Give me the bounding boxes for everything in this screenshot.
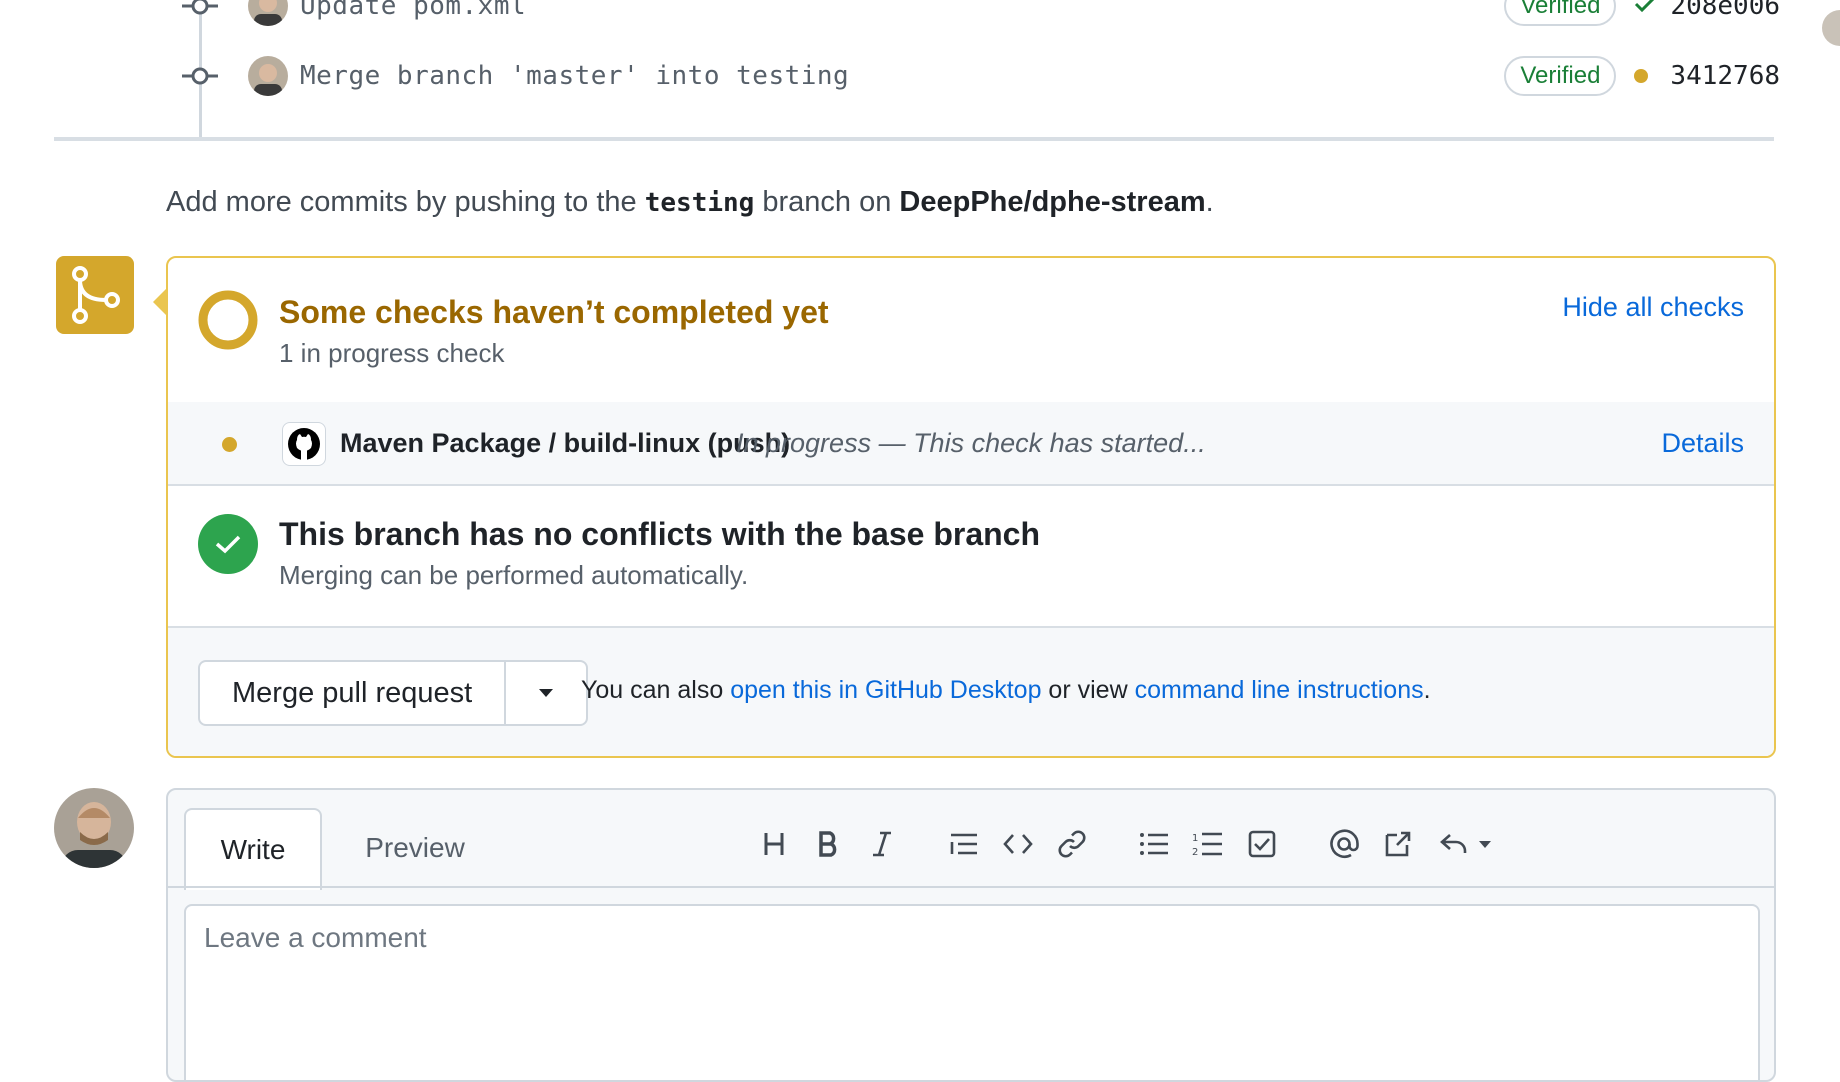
avatar [1822,10,1840,46]
author-avatar[interactable] [248,56,288,96]
merge-button-group: Merge pull request [198,660,589,726]
commit-sha[interactable]: 3412768 [1670,61,1780,91]
commit-message[interactable]: Update pom.xml [300,0,526,21]
conflicts-section: This branch has no conflicts with the ba… [168,486,1774,628]
merge-method-dropdown[interactable] [506,662,586,724]
bold-icon[interactable] [808,824,848,864]
comment-box: Write Preview 12 [166,788,1776,1082]
commit-icon [180,56,220,96]
github-desktop-link[interactable]: open this in GitHub Desktop [730,676,1041,704]
reference-icon[interactable] [1378,824,1418,864]
author-avatar[interactable] [248,0,288,26]
check-name: Maven Package / build-linux (push) [340,428,791,458]
repo-name: DeepPhe/dphe-stream [899,186,1206,218]
check-icon[interactable] [1634,0,1656,18]
commit-row: Update pom.xml Verified 208e006 [180,0,1780,36]
heading-icon[interactable] [754,824,794,864]
push-hint: Add more commits by pushing to the testi… [166,186,1214,219]
reply-icon[interactable] [1438,824,1496,864]
checks-title: Some checks haven’t completed yet [279,294,829,330]
checks-subtitle: 1 in progress check [279,338,505,368]
comment-input[interactable] [202,920,1736,1074]
hint-text: . [1205,186,1214,218]
timeline-divider [54,137,1774,141]
merge-box: Some checks haven’t completed yet 1 in p… [166,256,1776,758]
hint-text: branch on [754,186,900,218]
mention-icon[interactable] [1324,824,1364,864]
pending-ring-icon [198,290,258,350]
italic-icon[interactable] [862,824,902,864]
link-icon[interactable] [1052,824,1092,864]
alternatives-text: or view [1041,676,1135,704]
commit-message[interactable]: Merge branch 'master' into testing [300,61,849,91]
alternatives-text: . [1423,676,1431,704]
commit-sha[interactable]: 208e006 [1670,0,1780,21]
hint-text: Add more commits by pushing to the [166,186,645,218]
pending-status-icon[interactable] [1634,69,1649,83]
comment-tabs: Write Preview [184,808,508,890]
merge-actions: Merge pull request You can also open thi… [168,628,1774,756]
checks-summary: Some checks haven’t completed yet 1 in p… [168,258,1774,404]
merge-alternatives: You can also open this in GitHub Desktop… [581,676,1431,705]
tab-preview[interactable]: Preview [322,808,508,888]
code-icon[interactable] [998,824,1038,864]
check-circle-icon [198,514,258,574]
branch-name: testing [644,188,755,218]
pending-status-icon [222,437,237,452]
quote-icon[interactable] [944,824,984,864]
svg-text:1: 1 [1192,833,1198,844]
svg-text:2: 2 [1192,847,1198,858]
alternatives-text: You can also [581,676,731,704]
commit-icon [180,0,220,26]
check-details-link[interactable]: Details [1661,428,1744,459]
check-status: In progress — This check has started... [736,428,1206,458]
unordered-list-icon[interactable] [1134,824,1174,864]
check-row: Maven Package / build-linux (push) In pr… [168,402,1774,486]
hide-all-checks-link[interactable]: Hide all checks [1562,292,1744,323]
verified-badge[interactable]: Verified [1504,56,1617,96]
comment-field[interactable] [184,904,1760,1080]
git-merge-icon [56,256,134,334]
verified-badge[interactable]: Verified [1504,0,1617,26]
command-line-instructions-link[interactable]: command line instructions [1135,676,1424,704]
github-icon [282,422,326,466]
tab-write[interactable]: Write [184,808,322,890]
commit-row: Merge branch 'master' into testing Verif… [180,46,1780,106]
conflicts-subtitle: Merging can be performed automatically. [279,560,749,590]
toolbar-divider [168,886,1774,888]
conflicts-title: This branch has no conflicts with the ba… [279,516,1041,552]
card-pointer [153,288,167,316]
ordered-list-icon[interactable]: 12 [1188,824,1228,864]
avatar[interactable] [54,788,134,868]
triangle-down-icon [539,689,554,697]
merge-pull-request-button[interactable]: Merge pull request [200,662,507,724]
task-list-icon[interactable] [1242,824,1282,864]
